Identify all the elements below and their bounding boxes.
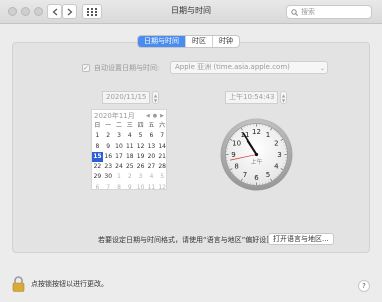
auto-time-label: 自动设置日期与时间: [94,64,160,72]
calendar-day[interactable]: 12 [157,183,168,193]
help-button[interactable]: ? [358,280,370,292]
calendar-day[interactable]: 13 [146,142,157,152]
tab-time-zone[interactable]: 时区 [185,36,212,47]
calendar-header: 2020年11月 ◀ ● ▶ [92,110,166,121]
calendar-day[interactable]: 6 [146,131,157,141]
calendar-day[interactable]: 4 [146,172,157,182]
stepper-down-icon: ▼ [281,97,286,103]
calendar-day[interactable]: 23 [103,162,114,172]
tab-bar: 日期与时间 时区 时钟 [137,35,240,48]
time-stepper[interactable]: ▲ ▼ [280,91,287,104]
clock-number: 7 [243,171,247,179]
time-server-value: Apple 亚洲 (time.asia.apple.com) [175,63,290,71]
calendar-day[interactable]: 9 [124,183,135,193]
calendar-day[interactable]: 1 [92,131,103,141]
calendar-day[interactable]: 11 [124,142,135,152]
calendar-day[interactable]: 9 [103,142,114,152]
tab-date-time[interactable]: 日期与时间 [138,36,185,47]
calendar-day[interactable]: 26 [135,162,146,172]
calendar-day[interactable]: 19 [135,152,146,162]
calendar-day[interactable]: 16 [103,152,114,162]
weekday-label: 四 [137,122,144,129]
calendar-day[interactable]: 22 [92,162,103,172]
calendar-day[interactable]: 21 [157,152,168,162]
clock-number: 5 [266,171,270,179]
calendar-nav: ◀ ● ▶ [146,113,164,119]
chevron-updown-icon: ⌄ [319,65,325,72]
weekday-label: 二 [115,122,122,129]
date-field[interactable]: 2020/11/15 [102,91,150,104]
calendar-day[interactable]: 12 [135,142,146,152]
search-placeholder: 搜索 [301,8,315,16]
clock-number: 1 [266,131,270,139]
region-hint: 若要设定日期与时间格式，请使用“语言与地区”偏好设置。 [98,236,281,244]
calendar-day[interactable]: 5 [157,172,168,182]
search-icon [291,8,298,16]
calendar-day[interactable]: 17 [114,152,125,162]
lock-icon[interactable] [12,276,25,292]
calendar-day[interactable]: 3 [135,172,146,182]
lock-row: 点按锁按钮以进行更改。 [12,276,108,292]
weekday-label: 日 [94,122,101,129]
clock-number: 6 [254,174,259,182]
calendar-day[interactable]: 24 [114,162,125,172]
clock-number: 10 [232,140,241,148]
auto-time-row: ✓ 自动设置日期与时间: [82,63,159,73]
calendar-day[interactable]: 14 [157,142,168,152]
stepper-down-icon: ▼ [153,97,158,103]
analog-clock: 121234567891011 上午 [220,118,293,191]
weekday-label: 五 [148,122,155,129]
next-month-icon[interactable]: ▶ [160,113,164,119]
clock-center [254,152,259,157]
calendar-month-label: 2020年11月 [94,111,135,120]
auto-time-checkbox[interactable]: ✓ [82,64,90,72]
calendar-day[interactable]: 1 [114,172,125,182]
calendar-day[interactable]: 8 [92,142,103,152]
prev-month-icon[interactable]: ◀ [146,113,150,119]
clock-number: 4 [274,163,279,171]
weekday-label: 六 [159,122,166,129]
calendar-day-selected[interactable]: 15 [92,151,103,163]
calendar-day[interactable]: 10 [135,183,146,193]
clock-number: 9 [231,151,235,159]
calendar-day[interactable]: 7 [157,131,168,141]
calendar-day[interactable]: 4 [124,131,135,141]
calendar-day[interactable]: 10 [114,142,125,152]
calendar-day[interactable]: 20 [146,152,157,162]
calendar: 2020年11月 ◀ ● ▶ 日一二三四五六 1 2 3 4 5 6 7 8 9 10 11 12 13 1… [91,109,167,193]
calendar-day[interactable]: 30 [103,172,114,182]
preferences-window: 日期与时间 搜索 日期与时间 时区 时钟 ✓ 自动设置日期与时间: Apple … [0,0,382,302]
clock-number: 8 [234,163,238,171]
calendar-day[interactable]: 8 [114,183,125,193]
calendar-day[interactable]: 27 [146,162,157,172]
calendar-day[interactable]: 7 [103,183,114,193]
weekday-label: 一 [105,122,112,129]
date-stepper[interactable]: ▲ ▼ [152,91,159,104]
tab-clock[interactable]: 时钟 [212,36,239,47]
open-language-region-button[interactable]: 打开语言与地区... [268,233,334,245]
time-field[interactable]: 上午10:54:43 [225,91,278,104]
clock-ampm: 上午 [250,158,262,166]
calendar-day[interactable]: 2 [103,131,114,141]
search-field[interactable]: 搜索 [286,5,372,19]
calendar-day[interactable]: 28 [157,162,168,172]
calendar-day[interactable]: 25 [124,162,135,172]
calendar-grid: 日一二三四五六 1 2 3 4 5 6 7 8 9 10 11 12 13 14 15 16 17 18 19 20 21… [92,121,166,193]
calendar-day[interactable]: 5 [135,131,146,141]
toolbar: 日期与时间 搜索 [0,0,382,24]
clock-number: 3 [277,151,281,159]
calendar-day[interactable]: 3 [114,131,125,141]
calendar-day[interactable]: 18 [124,152,135,162]
calendar-day[interactable]: 2 [124,172,135,182]
clock-number: 2 [274,140,278,148]
weekday-label: 三 [126,122,133,129]
today-icon[interactable]: ● [153,113,157,119]
calendar-day[interactable]: 29 [92,172,103,182]
clock-number: 12 [252,128,261,136]
calendar-day[interactable]: 11 [146,183,157,193]
time-server-select[interactable]: Apple 亚洲 (time.asia.apple.com) ⌄ [170,61,328,74]
lock-text: 点按锁按钮以进行更改。 [31,280,108,288]
calendar-day[interactable]: 6 [92,183,103,193]
